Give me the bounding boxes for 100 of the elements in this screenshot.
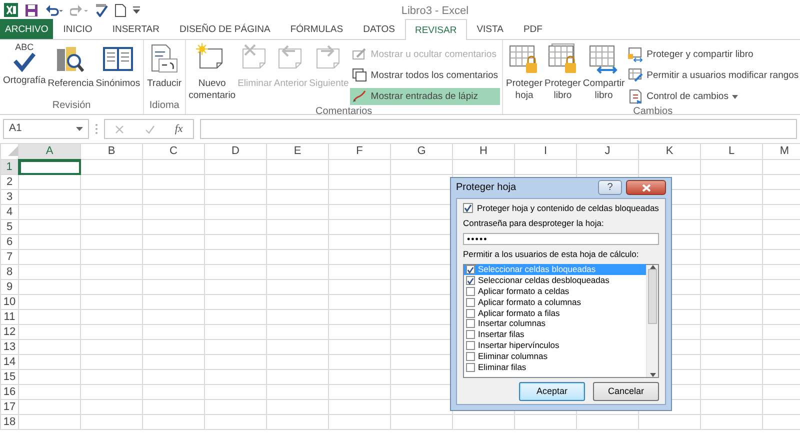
name-box[interactable]: A1	[3, 119, 89, 139]
spell-check-icon[interactable]	[95, 4, 108, 16]
formula-input[interactable]	[200, 119, 797, 139]
row-header[interactable]: 10	[0, 294, 18, 310]
row-header[interactable]: 5	[0, 220, 18, 234]
ribbon-tab[interactable]: INICIO	[53, 19, 102, 39]
column-header[interactable]: K	[638, 144, 700, 160]
checkbox[interactable]	[466, 308, 475, 318]
list-item[interactable]: Aplicar formato a filas	[478, 308, 646, 319]
row-header[interactable]: 1	[0, 160, 18, 174]
list-item[interactable]: Aplicar formato a celdas	[478, 286, 646, 298]
ribbon-button[interactable]: Proteger hoja	[505, 42, 544, 103]
column-header[interactable]: D	[204, 144, 266, 160]
row-header[interactable]: 17	[0, 400, 18, 414]
ribbon-button[interactable]: Proteger libro	[543, 42, 582, 103]
row-header[interactable]: 16	[0, 384, 18, 400]
row-header[interactable]: 8	[0, 264, 18, 280]
scroll-down-icon[interactable]	[650, 372, 656, 377]
row-header[interactable]: 9	[0, 280, 18, 294]
row-header[interactable]: 7	[0, 250, 18, 264]
ribbon-button[interactable]: Mostrar todos los comentarios	[350, 67, 500, 84]
scrollbar[interactable]	[646, 264, 658, 377]
checkbox[interactable]	[466, 287, 475, 296]
list-item[interactable]: Eliminar filas	[478, 362, 646, 373]
column-header[interactable]: B	[80, 144, 142, 160]
checkbox[interactable]	[463, 203, 473, 214]
column-header[interactable]: A	[18, 144, 80, 160]
row-header[interactable]: 13	[0, 340, 18, 354]
ribbon-button[interactable]: Mostrar entradas de lápiz	[350, 88, 500, 105]
file-tab[interactable]: ARCHIVO	[0, 19, 54, 39]
column-header[interactable]: G	[390, 144, 452, 160]
active-cell[interactable]	[18, 160, 80, 174]
permissions-list[interactable]	[463, 264, 659, 378]
list-item[interactable]: Insertar filas	[478, 329, 646, 340]
ribbon-tab[interactable]: REVISAR	[404, 19, 467, 40]
checkbox[interactable]	[466, 352, 475, 361]
group-label: Idioma	[148, 99, 180, 113]
checkbox[interactable]	[466, 341, 475, 350]
customize-icon[interactable]	[133, 6, 140, 14]
save-icon[interactable]	[25, 4, 38, 16]
tracking-icon	[628, 89, 643, 104]
checkbox[interactable]	[466, 298, 475, 307]
list-item[interactable]: Aplicar formato a columnas	[478, 296, 646, 308]
group-label: Cambios	[632, 105, 674, 119]
row-header[interactable]: 15	[0, 370, 18, 384]
column-header[interactable]: I	[514, 144, 576, 160]
ribbon-tab[interactable]: INSERTAR	[102, 19, 170, 39]
ribbon-tab[interactable]: FÓRMULAS	[280, 19, 354, 39]
help-button[interactable]: ?	[598, 180, 622, 196]
scroll-thumb[interactable]	[648, 269, 657, 324]
sheet-arrows-icon	[588, 43, 620, 75]
dialog-button[interactable]: Aceptar	[519, 382, 585, 401]
row-header[interactable]: 11	[0, 310, 18, 324]
ribbon-tab[interactable]: DATOS	[353, 19, 405, 39]
column-header[interactable]: L	[700, 144, 762, 160]
row-header[interactable]: 6	[0, 234, 18, 250]
list-item[interactable]: Seleccionar celdas desbloqueadas	[478, 275, 646, 286]
ribbon-button[interactable]: ABC Ortografía	[2, 42, 47, 88]
undo-icon[interactable]	[45, 4, 63, 16]
row-header[interactable]: 4	[0, 204, 18, 220]
checkbox[interactable]	[466, 362, 475, 372]
dialog-title: Proteger hoja	[456, 181, 516, 196]
insert-function-button[interactable]: fx	[174, 120, 183, 138]
close-button[interactable]	[626, 180, 666, 196]
ribbon-tab[interactable]: PDF	[513, 19, 552, 39]
new-document-icon[interactable]	[115, 4, 126, 16]
ribbon-button[interactable]: Permitir a usuarios modificar rangos	[626, 67, 800, 84]
password-field[interactable]: •••••	[463, 232, 659, 245]
checkmark-icon[interactable]	[144, 124, 155, 134]
column-header[interactable]: J	[576, 144, 638, 160]
ribbon-button[interactable]: Proteger y compartir libro	[626, 46, 800, 63]
column-header[interactable]: F	[328, 144, 390, 160]
ribbon-button[interactable]: Referencia	[46, 42, 95, 91]
column-header[interactable]: H	[452, 144, 514, 160]
row-header[interactable]: 14	[0, 354, 18, 370]
ribbon-tab[interactable]: VISTA	[466, 19, 514, 39]
list-item[interactable]: Eliminar columnas	[478, 350, 646, 362]
list-item[interactable]: Insertar columnas	[478, 318, 646, 330]
checkbox[interactable]	[466, 330, 475, 340]
row-header[interactable]: 18	[0, 414, 18, 430]
ribbon-button[interactable]: Nuevo comentario	[188, 42, 237, 103]
ribbon-tab[interactable]: DISEÑO DE PÁGINA	[170, 19, 280, 39]
row-header[interactable]: 2	[0, 174, 18, 190]
ribbon-button[interactable]: Compartir libro	[582, 42, 626, 103]
list-item[interactable]: Insertar hipervínculos	[478, 340, 646, 352]
row-header[interactable]: 12	[0, 324, 18, 340]
checkbox[interactable]	[466, 265, 475, 274]
cancel-icon[interactable]	[115, 124, 124, 134]
checkbox[interactable]	[466, 319, 475, 328]
dialog-button[interactable]: Cancelar	[593, 382, 659, 401]
ribbon-button[interactable]: Control de cambios	[626, 88, 800, 105]
column-header[interactable]: M	[762, 144, 800, 160]
checkbox[interactable]	[466, 276, 475, 286]
column-header[interactable]: C	[142, 144, 204, 160]
column-header[interactable]: E	[266, 144, 328, 160]
redo-icon[interactable]	[70, 4, 88, 16]
row-header[interactable]: 3	[0, 190, 18, 204]
ribbon-button[interactable]: Sinónimos	[94, 42, 142, 91]
ribbon-button[interactable]: Traducir	[146, 42, 183, 91]
window-title: Libro3 - Excel	[401, 5, 469, 17]
